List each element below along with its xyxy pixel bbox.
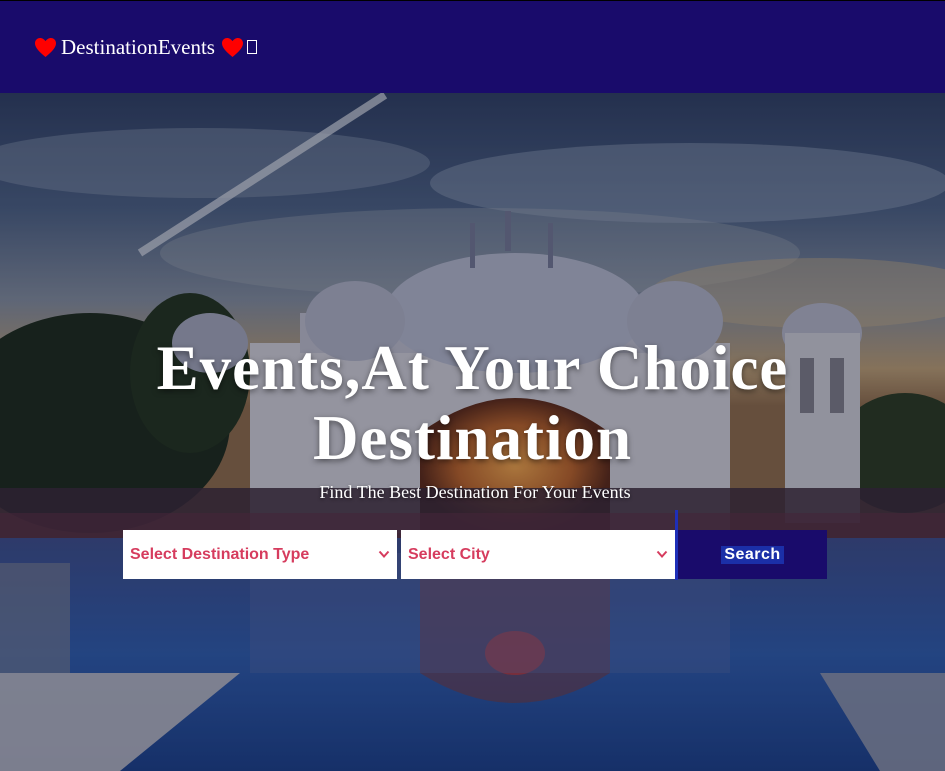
search-button[interactable]: Search (678, 530, 827, 579)
brand-link[interactable]: DestinationEvents (34, 34, 257, 60)
hero-section: Events,At Your Choice Destination Find T… (0, 93, 945, 771)
brand-text: DestinationEvents (61, 35, 215, 59)
search-button-label: Search (721, 545, 784, 564)
navbar: DestinationEvents (0, 0, 945, 93)
heart-icon (35, 37, 56, 57)
destination-type-select[interactable]: Select Destination Type (123, 530, 397, 579)
missing-glyph-icon (246, 40, 257, 54)
city-select-value: Select City (408, 545, 490, 563)
hero-subtitle: Find The Best Destination For Your Event… (319, 482, 631, 502)
heart-icon (221, 37, 243, 57)
destination-type-select-value: Select Destination Type (130, 545, 310, 563)
search-bar: Select Destination Type Select City Sear… (123, 510, 827, 580)
chevron-down-icon (378, 550, 390, 558)
hero-title: Events,At Your Choice Destination (156, 333, 789, 473)
city-select[interactable]: Select City (401, 530, 675, 579)
page: DestinationEvents Events,At Your Choice … (0, 0, 945, 771)
chevron-down-icon (656, 550, 668, 558)
